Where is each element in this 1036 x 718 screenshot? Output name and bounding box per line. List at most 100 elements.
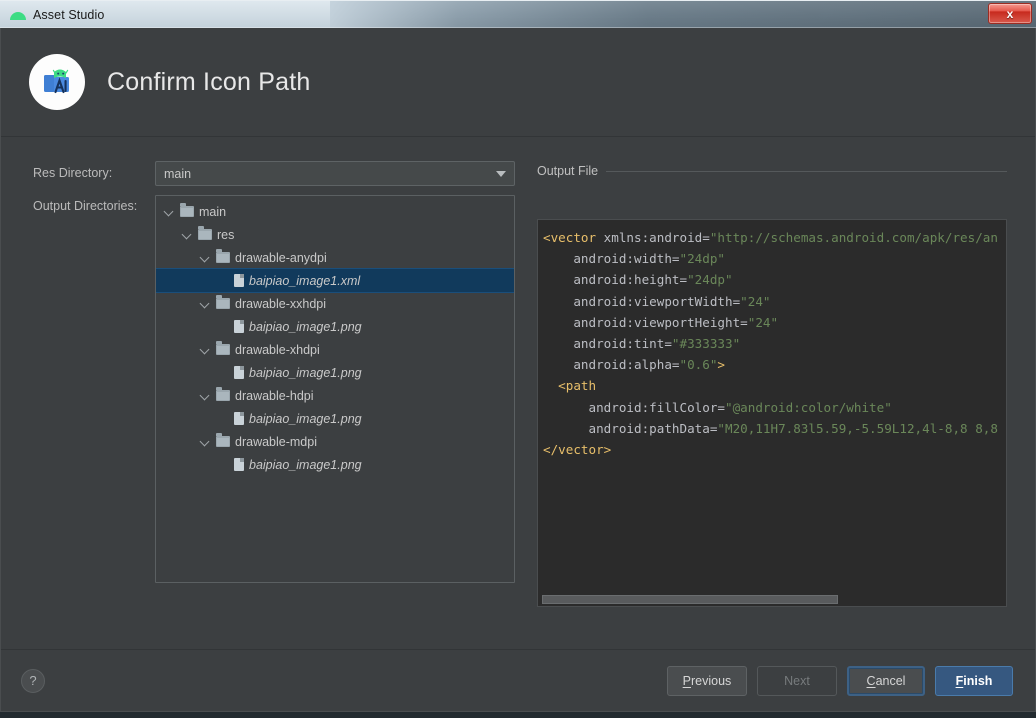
xml-code: <vector xmlns:android="http://schemas.an… <box>538 220 1006 460</box>
code-line: android:alpha="0.6"> <box>543 354 1006 375</box>
dialog-header: Confirm Icon Path <box>1 28 1035 137</box>
code-line: <path <box>543 375 1006 396</box>
tree-row[interactable]: drawable-hdpi <box>156 384 514 407</box>
asset-studio-window: Asset Studio x Confirm Icon Path Res Dir… <box>0 0 1036 712</box>
code-line: android:tint="#333333" <box>543 333 1006 354</box>
chevron-down-icon[interactable] <box>164 206 175 217</box>
code-token-attr: android:fillColor= <box>588 399 725 415</box>
tree-row-label: baipiao_image1.png <box>249 457 362 472</box>
folder-icon <box>198 226 212 240</box>
code-line: </vector> <box>543 439 1006 460</box>
code-token-tag: <path <box>558 378 597 394</box>
tree-row-label: baipiao_image1.xml <box>249 273 361 288</box>
code-token-attr: android:width= <box>573 251 680 267</box>
next-button-label: Next <box>784 673 810 688</box>
cancel-button[interactable]: Cancel <box>847 665 925 696</box>
tree-row[interactable]: baipiao_image1.xml <box>156 268 514 293</box>
code-line: android:pathData="M20,11H7.83l5.59,-5.59… <box>543 418 1006 439</box>
code-token-str: "24" <box>747 314 779 330</box>
page-title: Confirm Icon Path <box>107 67 311 96</box>
folder-icon <box>216 341 230 355</box>
code-horizontal-scrollbar[interactable] <box>540 595 1006 604</box>
folder-icon <box>180 203 194 217</box>
tree-row-label: baipiao_image1.png <box>249 319 362 334</box>
tree-row[interactable]: main <box>156 200 514 223</box>
res-directory-label: Res Directory: <box>33 166 113 180</box>
tree-row[interactable]: baipiao_image1.png <box>156 453 514 476</box>
chevron-down-icon[interactable] <box>200 298 211 309</box>
chevron-down-icon <box>496 171 506 177</box>
previous-button[interactable]: Previous <box>667 665 747 696</box>
tree-row-label: drawable-anydpi <box>235 250 327 265</box>
window-title: Asset Studio <box>33 7 105 22</box>
res-directory-select[interactable]: main <box>155 161 515 186</box>
titlebar-left: Asset Studio <box>0 0 330 29</box>
code-scrollbar-thumb[interactable] <box>542 595 838 604</box>
next-button[interactable]: Next <box>757 665 837 696</box>
chevron-down-icon[interactable] <box>200 344 211 355</box>
code-token-attr: xmlns:android= <box>603 230 710 245</box>
folder-icon <box>216 249 230 263</box>
tree-row[interactable]: baipiao_image1.png <box>156 315 514 338</box>
window-titlebar[interactable]: Asset Studio x <box>0 0 1036 29</box>
code-token-str: "http://schemas.android.com/apk/res/an <box>709 230 998 245</box>
tree-row[interactable]: drawable-xhdpi <box>156 338 514 361</box>
chevron-down-icon[interactable] <box>200 390 211 401</box>
output-file-label: Output File <box>537 164 599 178</box>
finish-button[interactable]: Finish <box>935 665 1013 696</box>
close-icon[interactable]: x <box>988 3 1032 24</box>
file-icon <box>234 458 244 471</box>
output-file-preview[interactable]: <vector xmlns:android="http://schemas.an… <box>537 219 1007 607</box>
code-token-str: "M20,11H7.83l5.59,-5.59L12,4l-8,8 8,8 <box>717 420 998 436</box>
code-token-attr: android:pathData= <box>588 420 718 436</box>
code-token-attr: android:height= <box>573 272 688 288</box>
output-directories-label: Output Directories: <box>33 199 138 213</box>
tree-row[interactable]: drawable-anydpi <box>156 246 514 269</box>
file-icon <box>234 320 244 333</box>
code-token-attr: android:alpha= <box>573 357 680 373</box>
code-line: <vector xmlns:android="http://schemas.an… <box>543 227 1006 248</box>
code-token-str: "24" <box>740 293 771 309</box>
tree-row[interactable]: drawable-xxhdpi <box>156 292 514 315</box>
code-line: android:viewportWidth="24" <box>543 291 1006 312</box>
tree-row[interactable]: baipiao_image1.png <box>156 407 514 430</box>
code-token-str: "24dp" <box>679 251 726 267</box>
code-token-str: "@android:color/white" <box>724 399 892 415</box>
tree-row[interactable]: drawable-mdpi <box>156 430 514 453</box>
output-directories-tree[interactable]: main res drawable-anydpi baipiao_image1.xml… <box>155 195 515 583</box>
code-line: android:viewportHeight="24" <box>543 312 1006 333</box>
output-directories-label-col: Output Directories: <box>33 195 155 607</box>
help-button[interactable]: ? <box>21 668 45 693</box>
file-icon <box>234 274 244 287</box>
cancel-button-label: Cancel <box>866 673 906 688</box>
output-file-group-header: Output File <box>537 161 1007 178</box>
code-token-attr: android:tint= <box>573 336 672 352</box>
chevron-down-icon[interactable] <box>182 229 193 240</box>
panels-row: Output Directories: main res drawable-anyd… <box>33 195 1007 607</box>
group-separator <box>606 170 1007 172</box>
folder-icon <box>216 433 230 447</box>
chevron-down-icon[interactable] <box>200 436 211 447</box>
code-token-tag: </vector> <box>543 442 612 458</box>
res-directory-value: main <box>164 166 192 181</box>
folder-icon <box>216 387 230 401</box>
chevron-down-icon[interactable] <box>200 252 211 263</box>
dialog-content: Confirm Icon Path Res Directory: main Ou… <box>0 28 1036 712</box>
code-token-str: "24dp" <box>687 272 733 288</box>
tree-row-label: drawable-xhdpi <box>235 342 320 357</box>
code-token-tag: <vector <box>543 230 604 245</box>
tree-row[interactable]: baipiao_image1.png <box>156 361 514 384</box>
folder-icon <box>216 295 230 309</box>
code-token-str: "0.6" <box>679 357 718 373</box>
res-directory-row: Res Directory: main Output File <box>33 161 1007 186</box>
code-token-attr: android:viewportWidth= <box>573 293 741 309</box>
titlebar-fade <box>330 0 1036 29</box>
tree-row[interactable]: res <box>156 223 514 246</box>
